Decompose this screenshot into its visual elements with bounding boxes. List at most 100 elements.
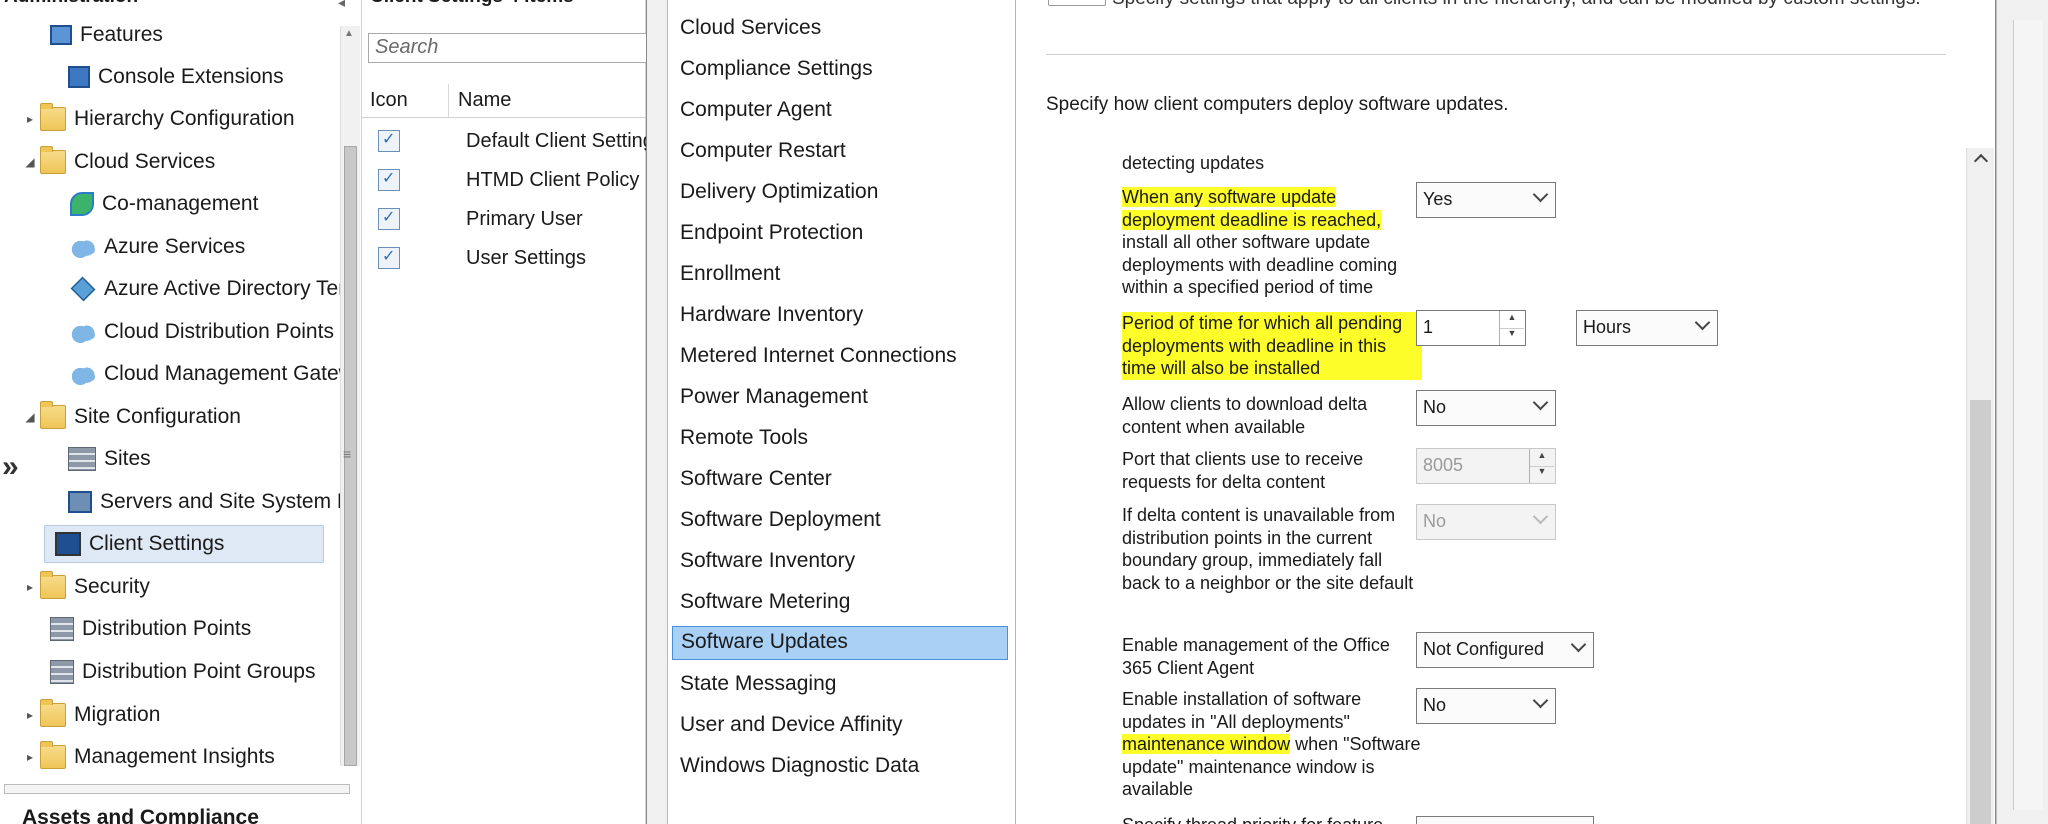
expand-arrow-icon[interactable]: ▸ [20, 580, 40, 594]
dropdown-value: Yes [1423, 189, 1453, 209]
table-row[interactable]: Primary User [362, 202, 646, 240]
scroll-up-icon[interactable]: ▲ [344, 28, 354, 39]
tree-item-label: Client Settings [89, 532, 225, 555]
category-item[interactable]: Hardware Inventory [672, 300, 1008, 334]
outer-window-edge [1996, 0, 2048, 824]
table-row[interactable]: Default Client Settings [362, 124, 646, 162]
category-item[interactable]: Metered Internet Connections [672, 341, 1008, 375]
chevron-down-icon [1533, 189, 1547, 203]
collapse-arrow-icon[interactable]: ◢ [20, 410, 40, 424]
spinner-arrows[interactable]: ▲ ▼ [1499, 311, 1525, 345]
category-item[interactable]: Software Center [672, 464, 1008, 498]
tree-item-client-settings[interactable]: Client Settings [44, 525, 324, 563]
category-item[interactable]: Computer Agent [672, 95, 1008, 129]
category-item[interactable]: Enrollment [672, 259, 1008, 293]
azure-ad-icon [70, 276, 96, 302]
tree-item-features[interactable]: Features [50, 16, 340, 54]
scroll-up-icon[interactable] [1974, 152, 1986, 164]
outer-scrollbar[interactable] [2013, 20, 2043, 810]
expand-arrow-icon[interactable]: ▸ [20, 112, 40, 126]
tree-item-cloud-distribution-points[interactable]: Cloud Distribution Points [70, 313, 340, 351]
folder-icon [40, 571, 66, 599]
table-row[interactable]: HTMD Client Policy [362, 163, 646, 201]
office365-dropdown[interactable]: Not Configured [1416, 632, 1594, 668]
column-header-name[interactable]: Name [458, 89, 511, 112]
tree-item-distribution-point-groups[interactable]: Distribution Point Groups [50, 653, 340, 691]
tree-item-azure-active-directory[interactable]: Azure Active Directory Tenants [70, 270, 340, 308]
tree-item-cloud-management-gateway[interactable]: Cloud Management Gateway [70, 355, 340, 393]
tree-item-co-management[interactable]: Co-management [70, 185, 340, 223]
nav-horizontal-scrollbar[interactable] [4, 784, 350, 794]
expand-arrow-icon[interactable]: ▸ [20, 750, 40, 764]
folder-icon [40, 401, 66, 429]
category-item[interactable]: Software Metering [672, 587, 1008, 621]
dialog-description: Specify settings that apply to all clien… [1112, 0, 1962, 10]
dropdown-value: Hours [1583, 317, 1632, 337]
search-input[interactable]: Search [368, 33, 648, 63]
distribution-points-icon [50, 617, 74, 641]
category-item[interactable]: Software Inventory [672, 546, 1008, 580]
setting-label-deadline: When any software update deployment dead… [1122, 186, 1422, 299]
category-item[interactable]: Endpoint Protection [672, 218, 1008, 252]
cloud-icon [70, 362, 96, 386]
dropdown-value: Not Configured [1423, 639, 1545, 659]
navigation-pane: Administration ◂ Features Console Extens… [0, 0, 362, 824]
category-item[interactable]: Compliance Settings [672, 54, 1008, 88]
category-item[interactable]: Delivery Optimization [672, 177, 1008, 211]
category-item[interactable]: Computer Restart [672, 136, 1008, 170]
tree-item-label: Distribution Points [82, 617, 252, 640]
deadline-dropdown[interactable]: Yes [1416, 182, 1556, 218]
category-item[interactable]: User and Device Affinity [672, 710, 1008, 744]
client-settings-icon [55, 532, 81, 556]
spin-down-icon[interactable]: ▼ [1500, 328, 1524, 345]
spin-up-icon[interactable]: ▲ [1500, 312, 1524, 329]
tree-item-label: Site Configuration [74, 405, 241, 428]
category-item[interactable]: State Messaging [672, 669, 1008, 703]
delta-content-dropdown[interactable]: No [1416, 390, 1556, 426]
settings-scrollbar[interactable] [1966, 148, 1994, 824]
tree-item-hierarchy-configuration[interactable]: ▸ Hierarchy Configuration [20, 100, 340, 138]
tree-item-site-configuration[interactable]: ◢ Site Configuration [20, 398, 340, 436]
tree-item-management-insights[interactable]: ▸ Management Insights [20, 738, 340, 776]
category-item[interactable]: Windows Diagnostic Data [672, 751, 1008, 785]
setting-label-rest: install all other software update deploy… [1122, 232, 1398, 297]
chevron-down-icon [1533, 695, 1547, 709]
column-separator[interactable] [448, 84, 449, 118]
tree-item-azure-services[interactable]: Azure Services [70, 228, 340, 266]
category-item[interactable]: Power Management [672, 382, 1008, 416]
dropdown-value: No [1423, 511, 1447, 531]
tree-item-label: Security [74, 575, 150, 598]
collapse-arrow-icon[interactable]: ◢ [20, 155, 40, 169]
double-chevron-right-icon[interactable]: » [2, 450, 19, 484]
tree-item-security[interactable]: ▸ Security [20, 568, 340, 606]
thread-priority-dropdown[interactable] [1416, 816, 1594, 824]
expand-arrow-icon[interactable]: ▸ [20, 708, 40, 722]
tree-item-distribution-points[interactable]: Distribution Points [50, 610, 340, 648]
splitter-grip-icon[interactable]: ≡ [343, 446, 351, 462]
column-header-row: Icon Name [362, 84, 646, 118]
client-settings-item-icon [378, 246, 400, 269]
workspace-assets-and-compliance[interactable]: Assets and Compliance [22, 806, 259, 824]
tree-item-servers-and-site-system-roles[interactable]: Servers and Site System Roles [68, 483, 340, 521]
table-row[interactable]: User Settings [362, 241, 646, 279]
column-header-icon[interactable]: Icon [370, 89, 408, 112]
tree-item-console-extensions[interactable]: Console Extensions [68, 58, 340, 96]
chevron-down-icon [1533, 397, 1547, 411]
tree-item-sites[interactable]: Sites [68, 440, 340, 478]
nav-scrollbar[interactable]: ▲ ≡ [340, 26, 360, 766]
category-item-partial[interactable] [672, 0, 1008, 2]
period-spinner[interactable]: 1 ▲ ▼ [1416, 310, 1526, 346]
category-item[interactable]: Remote Tools [672, 423, 1008, 457]
category-item[interactable]: Cloud Services [672, 13, 1008, 47]
period-unit-dropdown[interactable]: Hours [1576, 310, 1718, 346]
tree-item-label: Migration [74, 703, 161, 726]
cloud-icon [70, 320, 96, 344]
tree-item-cloud-services[interactable]: ◢ Cloud Services [20, 143, 340, 181]
collapse-pane-icon[interactable]: ◂ [338, 0, 352, 10]
scrollbar-thumb[interactable] [1970, 400, 1991, 824]
category-item[interactable]: Software Deployment [672, 505, 1008, 539]
maintenance-window-dropdown[interactable]: No [1416, 688, 1556, 724]
category-item-selected[interactable]: Software Updates [672, 626, 1008, 660]
tree-item-migration[interactable]: ▸ Migration [20, 696, 340, 734]
chevron-down-icon [1533, 511, 1547, 525]
